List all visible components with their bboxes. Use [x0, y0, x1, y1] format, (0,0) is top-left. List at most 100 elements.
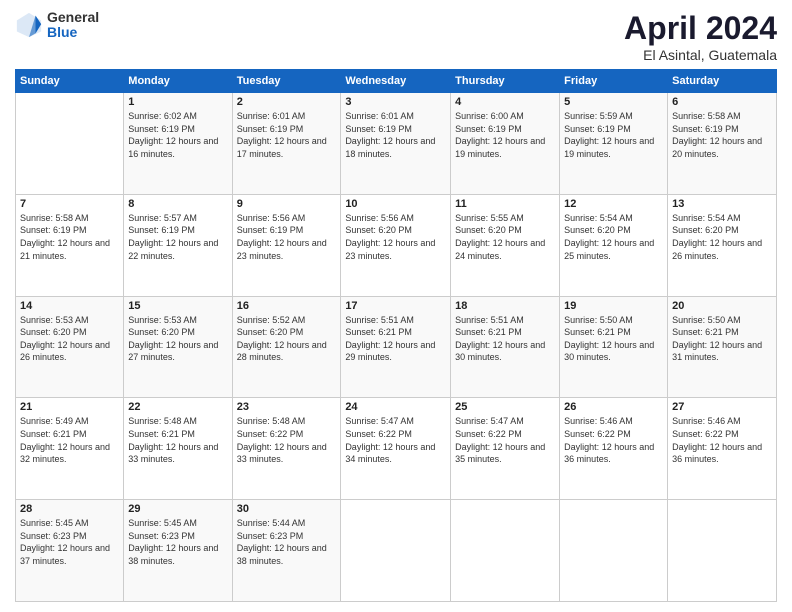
calendar-cell [451, 500, 560, 602]
calendar-cell: 21 Sunrise: 5:49 AMSunset: 6:21 PMDaylig… [16, 398, 124, 500]
calendar-week-1: 7 Sunrise: 5:58 AMSunset: 6:19 PMDayligh… [16, 194, 777, 296]
calendar-cell: 1 Sunrise: 6:02 AMSunset: 6:19 PMDayligh… [124, 93, 232, 195]
day-number: 14 [20, 300, 119, 312]
day-detail: Sunrise: 5:51 AMSunset: 6:21 PMDaylight:… [455, 315, 545, 363]
calendar-cell: 4 Sunrise: 6:00 AMSunset: 6:19 PMDayligh… [451, 93, 560, 195]
day-detail: Sunrise: 5:51 AMSunset: 6:21 PMDaylight:… [345, 315, 435, 363]
header-monday: Monday [124, 70, 232, 93]
day-detail: Sunrise: 5:48 AMSunset: 6:22 PMDaylight:… [237, 416, 327, 464]
calendar-week-2: 14 Sunrise: 5:53 AMSunset: 6:20 PMDaylig… [16, 296, 777, 398]
calendar-cell: 19 Sunrise: 5:50 AMSunset: 6:21 PMDaylig… [560, 296, 668, 398]
day-number: 3 [345, 96, 446, 108]
header-saturday: Saturday [668, 70, 777, 93]
calendar-cell [341, 500, 451, 602]
day-detail: Sunrise: 5:52 AMSunset: 6:20 PMDaylight:… [237, 315, 327, 363]
header-thursday: Thursday [451, 70, 560, 93]
calendar-cell: 16 Sunrise: 5:52 AMSunset: 6:20 PMDaylig… [232, 296, 341, 398]
day-detail: Sunrise: 5:54 AMSunset: 6:20 PMDaylight:… [564, 213, 654, 261]
day-detail: Sunrise: 5:59 AMSunset: 6:19 PMDaylight:… [564, 111, 654, 159]
day-detail: Sunrise: 5:57 AMSunset: 6:19 PMDaylight:… [128, 213, 218, 261]
day-number: 22 [128, 401, 227, 413]
day-number: 9 [237, 198, 337, 210]
header-sunday: Sunday [16, 70, 124, 93]
calendar-cell: 28 Sunrise: 5:45 AMSunset: 6:23 PMDaylig… [16, 500, 124, 602]
day-detail: Sunrise: 6:02 AMSunset: 6:19 PMDaylight:… [128, 111, 218, 159]
calendar-cell: 7 Sunrise: 5:58 AMSunset: 6:19 PMDayligh… [16, 194, 124, 296]
header-wednesday: Wednesday [341, 70, 451, 93]
calendar-cell: 13 Sunrise: 5:54 AMSunset: 6:20 PMDaylig… [668, 194, 777, 296]
day-number: 11 [455, 198, 555, 210]
day-number: 6 [672, 96, 772, 108]
logo-general: General [47, 10, 99, 25]
calendar-week-4: 28 Sunrise: 5:45 AMSunset: 6:23 PMDaylig… [16, 500, 777, 602]
day-detail: Sunrise: 5:44 AMSunset: 6:23 PMDaylight:… [237, 518, 327, 566]
weekday-header-row: Sunday Monday Tuesday Wednesday Thursday… [16, 70, 777, 93]
day-detail: Sunrise: 5:45 AMSunset: 6:23 PMDaylight:… [128, 518, 218, 566]
day-number: 8 [128, 198, 227, 210]
header-tuesday: Tuesday [232, 70, 341, 93]
day-detail: Sunrise: 5:46 AMSunset: 6:22 PMDaylight:… [672, 416, 762, 464]
day-number: 12 [564, 198, 663, 210]
day-number: 27 [672, 401, 772, 413]
day-detail: Sunrise: 5:58 AMSunset: 6:19 PMDaylight:… [20, 213, 110, 261]
day-detail: Sunrise: 5:49 AMSunset: 6:21 PMDaylight:… [20, 416, 110, 464]
logo-text: General Blue [47, 10, 99, 41]
day-number: 30 [237, 503, 337, 515]
calendar-cell: 3 Sunrise: 6:01 AMSunset: 6:19 PMDayligh… [341, 93, 451, 195]
logo-icon [15, 11, 43, 39]
day-number: 18 [455, 300, 555, 312]
header-friday: Friday [560, 70, 668, 93]
day-detail: Sunrise: 5:50 AMSunset: 6:21 PMDaylight:… [672, 315, 762, 363]
calendar-cell: 8 Sunrise: 5:57 AMSunset: 6:19 PMDayligh… [124, 194, 232, 296]
calendar-cell [668, 500, 777, 602]
day-number: 13 [672, 198, 772, 210]
calendar-cell: 14 Sunrise: 5:53 AMSunset: 6:20 PMDaylig… [16, 296, 124, 398]
day-detail: Sunrise: 5:47 AMSunset: 6:22 PMDaylight:… [455, 416, 545, 464]
day-detail: Sunrise: 5:56 AMSunset: 6:20 PMDaylight:… [345, 213, 435, 261]
day-detail: Sunrise: 5:54 AMSunset: 6:20 PMDaylight:… [672, 213, 762, 261]
calendar-cell: 6 Sunrise: 5:58 AMSunset: 6:19 PMDayligh… [668, 93, 777, 195]
day-number: 23 [237, 401, 337, 413]
day-detail: Sunrise: 5:48 AMSunset: 6:21 PMDaylight:… [128, 416, 218, 464]
day-number: 25 [455, 401, 555, 413]
calendar-cell: 25 Sunrise: 5:47 AMSunset: 6:22 PMDaylig… [451, 398, 560, 500]
calendar-cell: 30 Sunrise: 5:44 AMSunset: 6:23 PMDaylig… [232, 500, 341, 602]
day-number: 15 [128, 300, 227, 312]
calendar-cell: 12 Sunrise: 5:54 AMSunset: 6:20 PMDaylig… [560, 194, 668, 296]
day-detail: Sunrise: 5:55 AMSunset: 6:20 PMDaylight:… [455, 213, 545, 261]
calendar-location: El Asintal, Guatemala [624, 47, 777, 63]
calendar-cell: 5 Sunrise: 5:59 AMSunset: 6:19 PMDayligh… [560, 93, 668, 195]
calendar-week-3: 21 Sunrise: 5:49 AMSunset: 6:21 PMDaylig… [16, 398, 777, 500]
calendar-cell: 15 Sunrise: 5:53 AMSunset: 6:20 PMDaylig… [124, 296, 232, 398]
calendar-cell: 24 Sunrise: 5:47 AMSunset: 6:22 PMDaylig… [341, 398, 451, 500]
day-detail: Sunrise: 5:45 AMSunset: 6:23 PMDaylight:… [20, 518, 110, 566]
calendar-cell: 18 Sunrise: 5:51 AMSunset: 6:21 PMDaylig… [451, 296, 560, 398]
day-number: 10 [345, 198, 446, 210]
calendar-title: April 2024 [624, 10, 777, 47]
calendar-cell: 20 Sunrise: 5:50 AMSunset: 6:21 PMDaylig… [668, 296, 777, 398]
day-number: 16 [237, 300, 337, 312]
page: General Blue April 2024 El Asintal, Guat… [0, 0, 792, 612]
calendar-cell: 2 Sunrise: 6:01 AMSunset: 6:19 PMDayligh… [232, 93, 341, 195]
day-detail: Sunrise: 6:01 AMSunset: 6:19 PMDaylight:… [345, 111, 435, 159]
calendar-cell: 27 Sunrise: 5:46 AMSunset: 6:22 PMDaylig… [668, 398, 777, 500]
day-number: 26 [564, 401, 663, 413]
day-detail: Sunrise: 5:53 AMSunset: 6:20 PMDaylight:… [128, 315, 218, 363]
day-detail: Sunrise: 5:58 AMSunset: 6:19 PMDaylight:… [672, 111, 762, 159]
calendar-cell: 26 Sunrise: 5:46 AMSunset: 6:22 PMDaylig… [560, 398, 668, 500]
calendar-cell: 9 Sunrise: 5:56 AMSunset: 6:19 PMDayligh… [232, 194, 341, 296]
calendar-cell: 11 Sunrise: 5:55 AMSunset: 6:20 PMDaylig… [451, 194, 560, 296]
day-number: 28 [20, 503, 119, 515]
calendar-cell: 29 Sunrise: 5:45 AMSunset: 6:23 PMDaylig… [124, 500, 232, 602]
day-number: 20 [672, 300, 772, 312]
day-number: 7 [20, 198, 119, 210]
day-number: 4 [455, 96, 555, 108]
day-number: 24 [345, 401, 446, 413]
calendar-cell: 17 Sunrise: 5:51 AMSunset: 6:21 PMDaylig… [341, 296, 451, 398]
day-detail: Sunrise: 6:01 AMSunset: 6:19 PMDaylight:… [237, 111, 327, 159]
day-number: 19 [564, 300, 663, 312]
calendar-cell: 22 Sunrise: 5:48 AMSunset: 6:21 PMDaylig… [124, 398, 232, 500]
day-number: 1 [128, 96, 227, 108]
calendar-cell: 23 Sunrise: 5:48 AMSunset: 6:22 PMDaylig… [232, 398, 341, 500]
day-number: 17 [345, 300, 446, 312]
